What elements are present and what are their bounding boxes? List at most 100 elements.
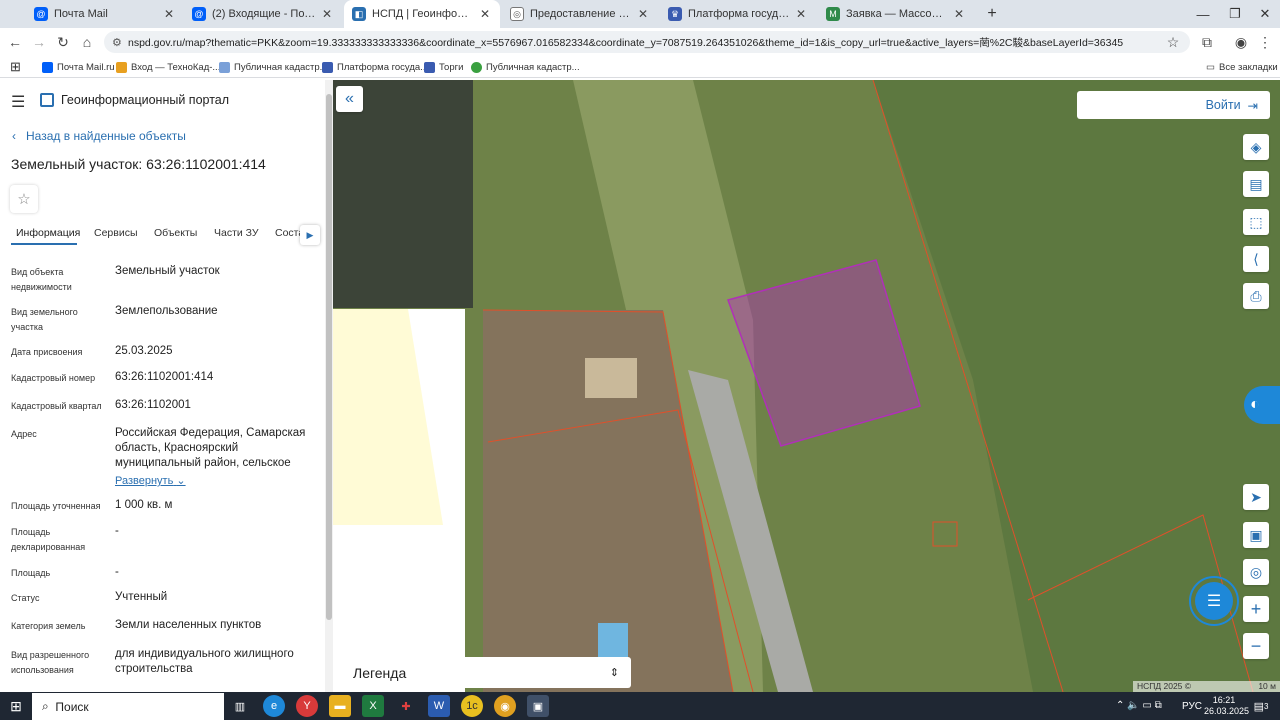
subtab-objects[interactable]: Объекты [154, 227, 197, 239]
notifications-icon[interactable]: ▤ 3 [1250, 697, 1272, 715]
field-label: Вид земельного участка [11, 307, 78, 332]
layers-icon[interactable]: ◈ [1243, 134, 1269, 160]
close-icon[interactable]: ✕ [794, 7, 808, 21]
map-view[interactable]: « Войти ⇥ ◈ ▤ ⬚ ⟨ ⎙ ◐ ➤ ▣ ◎ + − ☰ Легенд… [333, 80, 1280, 692]
close-icon[interactable]: ✕ [320, 7, 334, 21]
tab-inbox[interactable]: @ (2) Входящие - Почта Mail ✕ [184, 0, 342, 28]
app-window-icon[interactable]: ▣ [527, 695, 549, 717]
maximize-button[interactable]: ❐ [1218, 0, 1252, 28]
menu-icon[interactable]: ⋮ [1256, 33, 1274, 51]
home-icon[interactable]: ⌂ [78, 33, 96, 51]
field-value: Земли населенных пунктов [115, 619, 262, 631]
bookmark-platform[interactable]: Платформа госуда... [322, 58, 428, 76]
select-area-icon[interactable]: ⬚ [1243, 209, 1269, 235]
tab-mail[interactable]: @ Почта Mail ✕ [26, 0, 184, 28]
login-button[interactable]: Войти ⇥ [1077, 91, 1270, 119]
task-view-icon[interactable]: ▥ [229, 695, 251, 717]
field-value: - [115, 566, 119, 578]
legend-bar[interactable]: Легенда ⇕ [341, 657, 631, 688]
back-to-results[interactable]: ‹ Назад в найденные объекты [12, 129, 186, 143]
tab-nspd[interactable]: ◧ НСПД | Геоинформационный ✕ [344, 0, 500, 28]
bookmark-cadastral-2[interactable]: Публичная кадастр... [471, 58, 580, 76]
new-tab-button[interactable]: + [975, 0, 1009, 28]
field-value: - [115, 525, 119, 537]
emblem-icon [322, 61, 333, 73]
zoom-in-button[interactable]: + [1243, 596, 1269, 622]
extensions-icon[interactable]: ⧉ [1198, 33, 1216, 51]
url-field[interactable]: ⚙ nspd.gov.ru/map?thematic=PKK&zoom=19.3… [104, 31, 1190, 53]
back-icon[interactable]: ← [6, 33, 24, 51]
locate-icon[interactable]: ◎ [1243, 559, 1269, 585]
close-icon[interactable]: ✕ [478, 7, 492, 21]
edge-icon[interactable]: e [263, 695, 285, 717]
collapse-panel-icon[interactable]: « [336, 86, 363, 112]
reload-icon[interactable]: ↻ [54, 33, 72, 51]
bookmark-torgi[interactable]: Торги [424, 58, 463, 76]
navigate-icon[interactable]: ➤ [1243, 484, 1269, 510]
close-icon[interactable]: ✕ [162, 7, 176, 21]
taskbar-search[interactable]: ⌕ Поиск [32, 693, 224, 720]
bookmark-mail[interactable]: Почта Mail.ru [42, 58, 115, 76]
profile-icon[interactable]: ◉ [1232, 33, 1250, 51]
folder-icon: ▭ [1206, 61, 1215, 73]
star-icon[interactable]: ☆ [1164, 33, 1182, 51]
chevron-down-icon: ⌄ [176, 475, 186, 487]
print-icon[interactable]: ⎙ [1243, 283, 1269, 309]
portal-logo-icon [40, 93, 54, 107]
bookmark-cadastral-map[interactable]: Публичная кадастр... [219, 58, 328, 76]
hamburger-icon[interactable]: ☰ [11, 92, 25, 112]
windows-start-icon[interactable]: ⊞ [5, 695, 27, 717]
clock[interactable]: 16:21 26.03.2025 [1204, 695, 1249, 717]
field-label: Адрес [11, 429, 37, 439]
zoom-out-button[interactable]: − [1243, 633, 1269, 659]
tab-request[interactable]: M Заявка — Массовая заявка — ✕ [818, 0, 974, 28]
field-value: Учтенный [115, 591, 168, 603]
apps-icon[interactable]: ⊞ [10, 58, 21, 76]
subtab-parts[interactable]: Части ЗУ [214, 227, 259, 239]
excel-icon[interactable]: X [362, 695, 384, 717]
all-bookmarks[interactable]: ▭ Все закладки [1206, 58, 1278, 76]
check-icon [471, 61, 482, 73]
tabs-scroll-right-icon[interactable]: ▶ [300, 225, 320, 245]
yandex-icon[interactable]: Y [296, 695, 318, 717]
expand-link[interactable]: Развернуть ⌄ [115, 474, 186, 487]
chrome-icon[interactable]: ◉ [494, 695, 516, 717]
subtab-info[interactable]: Информация [16, 227, 80, 239]
close-icon[interactable]: ✕ [952, 7, 966, 21]
bookmark-technokad[interactable]: Вход — ТехноКад-... [116, 58, 220, 76]
app-icon[interactable]: ✚ [395, 695, 417, 717]
emblem-icon: ♛ [668, 7, 682, 21]
scale-bar: 10 м [1258, 681, 1276, 691]
minimize-button[interactable]: — [1186, 0, 1220, 28]
share-icon[interactable]: ⟨ [1243, 246, 1269, 272]
chat-icon[interactable]: ☰ [1195, 582, 1233, 620]
close-window-button[interactable]: ✕ [1248, 0, 1280, 28]
close-icon[interactable]: ✕ [636, 7, 650, 21]
expand-arrows-icon: ⇕ [609, 667, 619, 679]
minimap-icon[interactable]: ▣ [1243, 522, 1269, 548]
1c-icon[interactable]: 1c [461, 695, 483, 717]
site-settings-icon[interactable]: ⚙ [112, 36, 122, 49]
field-value: для индивидуального жилищного строительс… [115, 648, 294, 675]
tab-services[interactable]: ◎ Предоставление сведений из ✕ [502, 0, 658, 28]
field-label: Категория земель [11, 621, 86, 631]
tab-platform[interactable]: ♛ Платформа государственных ✕ [660, 0, 816, 28]
language-indicator[interactable]: РУС [1182, 701, 1202, 712]
active-tab-underline [11, 243, 77, 245]
m-logo-icon [116, 61, 127, 73]
ruler-icon[interactable]: ▤ [1243, 171, 1269, 197]
info-panel: ☰ Геоинформационный портал ‹ Назад в най… [0, 80, 333, 692]
scroll-thumb[interactable] [326, 94, 332, 620]
mail-icon: @ [34, 7, 48, 21]
field-label: Площадь [11, 568, 51, 578]
tray-icons[interactable]: ⌃ 🔈 ▭ ⧉ [1116, 700, 1162, 711]
assistant-icon[interactable]: ◐ [1244, 386, 1280, 424]
panel-scrollbar[interactable] [325, 80, 333, 692]
word-icon[interactable]: W [428, 695, 450, 717]
field-value: Земельный участок [115, 265, 220, 277]
explorer-icon[interactable]: ▬ [329, 695, 351, 717]
favorite-star-icon[interactable]: ☆ [10, 185, 38, 213]
forward-icon[interactable]: → [30, 33, 48, 51]
subtab-services[interactable]: Сервисы [94, 227, 138, 239]
field-value: 63:26:1102001:414 [115, 371, 214, 383]
